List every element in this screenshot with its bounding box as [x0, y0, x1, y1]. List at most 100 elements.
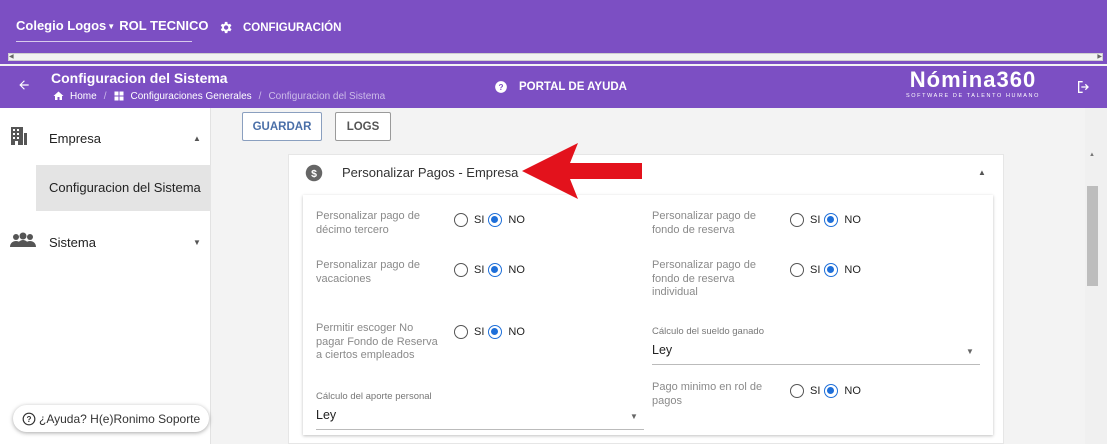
sidebar-item-empresa[interactable]: Empresa ▲ — [0, 116, 211, 160]
caret-up-icon: ▲ — [193, 133, 201, 143]
sidebar-item-label: Empresa — [49, 130, 102, 146]
radio-si[interactable] — [790, 384, 804, 398]
org-name: Colegio Logos — [16, 18, 107, 33]
sidebar: Empresa ▲ Configuracion del Sistema Sist… — [0, 108, 211, 444]
home-icon — [53, 91, 64, 100]
logo-main: Nómina360 — [909, 67, 1037, 92]
radio-group-vacaciones: SI NO — [454, 263, 525, 277]
svg-text:$: $ — [311, 168, 317, 180]
radio-no[interactable] — [824, 263, 839, 277]
scroll-left-icon[interactable]: ◀ — [9, 53, 14, 60]
caret-down-icon: ▼ — [193, 237, 201, 247]
radio-si[interactable] — [454, 213, 468, 227]
gear-icon — [220, 21, 232, 34]
payments-card: Personalizar pago de décimo tercero SI N… — [303, 195, 993, 435]
save-button[interactable]: GUARDAR — [242, 112, 322, 141]
page-title: Configuracion del Sistema — [51, 70, 228, 86]
scroll-right-icon[interactable]: ▶ — [1097, 53, 1102, 60]
question-circle-icon: ? — [22, 412, 36, 425]
people-icon — [10, 232, 36, 253]
radio-si[interactable] — [790, 263, 804, 277]
question-circle-icon: ? — [495, 81, 507, 93]
radio-si[interactable] — [454, 263, 468, 277]
select-underline — [316, 429, 644, 430]
sidebar-item-sistema[interactable]: Sistema ▼ — [0, 220, 211, 264]
caret-down-icon: ▼ — [966, 347, 974, 356]
select-label-aporte-personal: Cálculo del aporte personal — [316, 391, 432, 402]
select-value: Ley — [652, 343, 673, 357]
scroll-up-icon[interactable]: ▲ — [1089, 152, 1095, 158]
field-label-decimo-tercero: Personalizar pago de décimo tercero — [316, 210, 420, 236]
radio-no[interactable] — [824, 213, 839, 227]
breadcrumb-current: Configuracion del Sistema — [268, 90, 386, 102]
field-label-fondo-reserva-individual: Personalizar pago de fondo de reserva in… — [652, 259, 756, 298]
radio-no-label: NO — [844, 264, 861, 276]
grid-icon — [114, 91, 124, 101]
dollar-icon: $ — [305, 164, 323, 187]
select-label-sueldo-ganado: Cálculo del sueldo ganado — [652, 326, 764, 337]
logo-sub: SOFTWARE DE TALENTO HUMANO — [906, 93, 1040, 99]
radio-si-label: SI — [810, 264, 821, 276]
caret-down-icon: ▼ — [107, 22, 116, 32]
radio-si-label: SI — [474, 326, 485, 338]
caret-up-icon[interactable]: ▲ — [978, 168, 986, 177]
org-selector[interactable]: Colegio Logos▼ ROL TECNICO — [16, 18, 209, 33]
sidebar-subitem-configuracion[interactable]: Configuracion del Sistema — [36, 165, 211, 211]
sidebar-item-label: Sistema — [49, 234, 96, 250]
select-value: Ley — [316, 408, 337, 422]
sidebar-subitem-label: Configuracion del Sistema — [49, 180, 201, 195]
radio-si[interactable] — [790, 213, 804, 227]
page-header: Configuracion del Sistema Home / Configu… — [0, 66, 1107, 108]
panel-title: Personalizar Pagos - Empresa — [342, 165, 519, 180]
radio-no[interactable] — [488, 325, 503, 339]
payments-panel: $ Personalizar Pagos - Empresa ▲ Persona… — [288, 154, 1004, 444]
logout-icon[interactable] — [1076, 79, 1092, 100]
logs-button[interactable]: LOGS — [335, 112, 391, 141]
radio-no-label: NO — [508, 326, 525, 338]
org-underline — [16, 41, 192, 42]
svg-text:?: ? — [27, 414, 32, 423]
radio-no-label: NO — [508, 214, 525, 226]
radio-si[interactable] — [454, 325, 468, 339]
radio-no-label: NO — [844, 214, 861, 226]
field-label-fondo-reserva: Personalizar pago de fondo de reserva — [652, 210, 756, 236]
help-portal-label: PORTAL DE AYUDA — [519, 81, 627, 93]
breadcrumb-separator: / — [103, 90, 107, 102]
config-menu[interactable]: CONFIGURACIÓN — [218, 20, 341, 35]
radio-si-label: SI — [810, 214, 821, 226]
scrollbar-thumb[interactable] — [1087, 186, 1098, 286]
radio-si-label: SI — [474, 214, 485, 226]
radio-no-label: NO — [844, 385, 861, 397]
field-label-no-pagar-fondo: Permitir escoger No pagar Fondo de Reser… — [316, 322, 438, 361]
radio-si-label: SI — [810, 385, 821, 397]
radio-si-label: SI — [474, 264, 485, 276]
horizontal-scrollbar[interactable]: ◀ ▶ — [8, 53, 1103, 61]
field-label-pago-minimo: Pago minimo en rol de pagos — [652, 381, 763, 407]
help-chip[interactable]: ? ¿Ayuda? H(e)Ronimo Soporte — [13, 405, 210, 432]
back-arrow-icon[interactable] — [17, 78, 31, 97]
radio-group-no-pagar-fondo: SI NO — [454, 325, 525, 339]
red-arrow-annotation — [522, 143, 642, 199]
panel-header[interactable]: $ Personalizar Pagos - Empresa ▲ — [289, 155, 1005, 193]
field-label-vacaciones: Personalizar pago de vacaciones — [316, 259, 420, 285]
config-label: CONFIGURACIÓN — [243, 21, 342, 34]
radio-no[interactable] — [488, 213, 503, 227]
radio-group-pago-minimo: SI NO — [790, 384, 861, 398]
caret-down-icon: ▼ — [630, 412, 638, 421]
breadcrumb-config-generales[interactable]: Configuraciones Generales — [130, 91, 251, 102]
select-underline — [652, 364, 980, 365]
building-icon — [10, 126, 28, 151]
radio-group-fondo-reserva: SI NO — [790, 213, 861, 227]
role-name: ROL TECNICO — [119, 18, 209, 33]
svg-text:?: ? — [499, 83, 504, 92]
top-bar: Colegio Logos▼ ROL TECNICO CONFIGURACIÓN … — [0, 0, 1107, 64]
radio-no[interactable] — [488, 263, 503, 277]
vertical-scrollbar[interactable]: ▲ — [1085, 108, 1107, 444]
help-portal-link[interactable]: ? PORTAL DE AYUDA — [494, 80, 627, 94]
radio-group-decimo-tercero: SI NO — [454, 213, 525, 227]
help-chip-label: ¿Ayuda? H(e)Ronimo Soporte — [39, 411, 201, 426]
radio-no[interactable] — [824, 384, 839, 398]
breadcrumb-separator: / — [258, 90, 262, 102]
breadcrumb-home[interactable]: Home — [70, 91, 97, 102]
radio-no-label: NO — [508, 264, 525, 276]
